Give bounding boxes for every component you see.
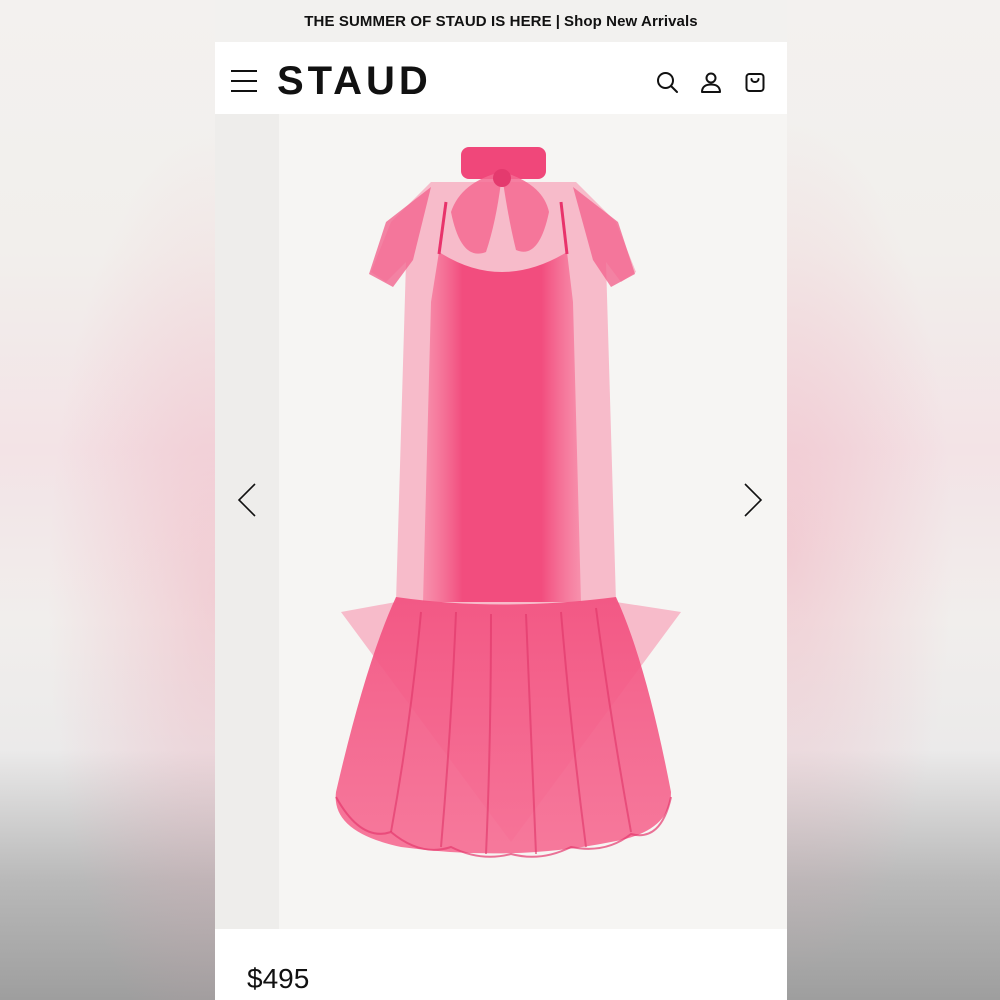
mobile-page: THE SUMMER OF STAUD IS HERE | Shop New A… bbox=[215, 0, 787, 1000]
header-actions bbox=[655, 70, 767, 94]
account-icon[interactable] bbox=[699, 70, 723, 94]
search-icon[interactable] bbox=[655, 70, 679, 94]
product-image bbox=[335, 147, 681, 858]
product-info: $495 bbox=[215, 929, 787, 1000]
chevron-left-icon[interactable] bbox=[235, 482, 259, 518]
product-image-gallery[interactable] bbox=[215, 114, 787, 929]
promo-headline: THE SUMMER OF STAUD IS HERE bbox=[304, 12, 552, 30]
gallery-edge bbox=[215, 114, 279, 929]
promo-separator: | bbox=[555, 12, 561, 30]
promo-bar: THE SUMMER OF STAUD IS HERE | Shop New A… bbox=[215, 0, 787, 42]
brand-logo[interactable]: STAUD bbox=[277, 59, 432, 103]
menu-icon[interactable] bbox=[231, 70, 257, 92]
background-left bbox=[0, 0, 215, 1000]
promo-link[interactable]: Shop New Arrivals bbox=[564, 13, 698, 30]
site-header: STAUD bbox=[215, 42, 787, 114]
bag-icon[interactable] bbox=[743, 70, 767, 94]
background-right bbox=[787, 0, 1000, 1000]
chevron-right-icon[interactable] bbox=[741, 482, 765, 518]
product-price: $495 bbox=[247, 963, 310, 994]
